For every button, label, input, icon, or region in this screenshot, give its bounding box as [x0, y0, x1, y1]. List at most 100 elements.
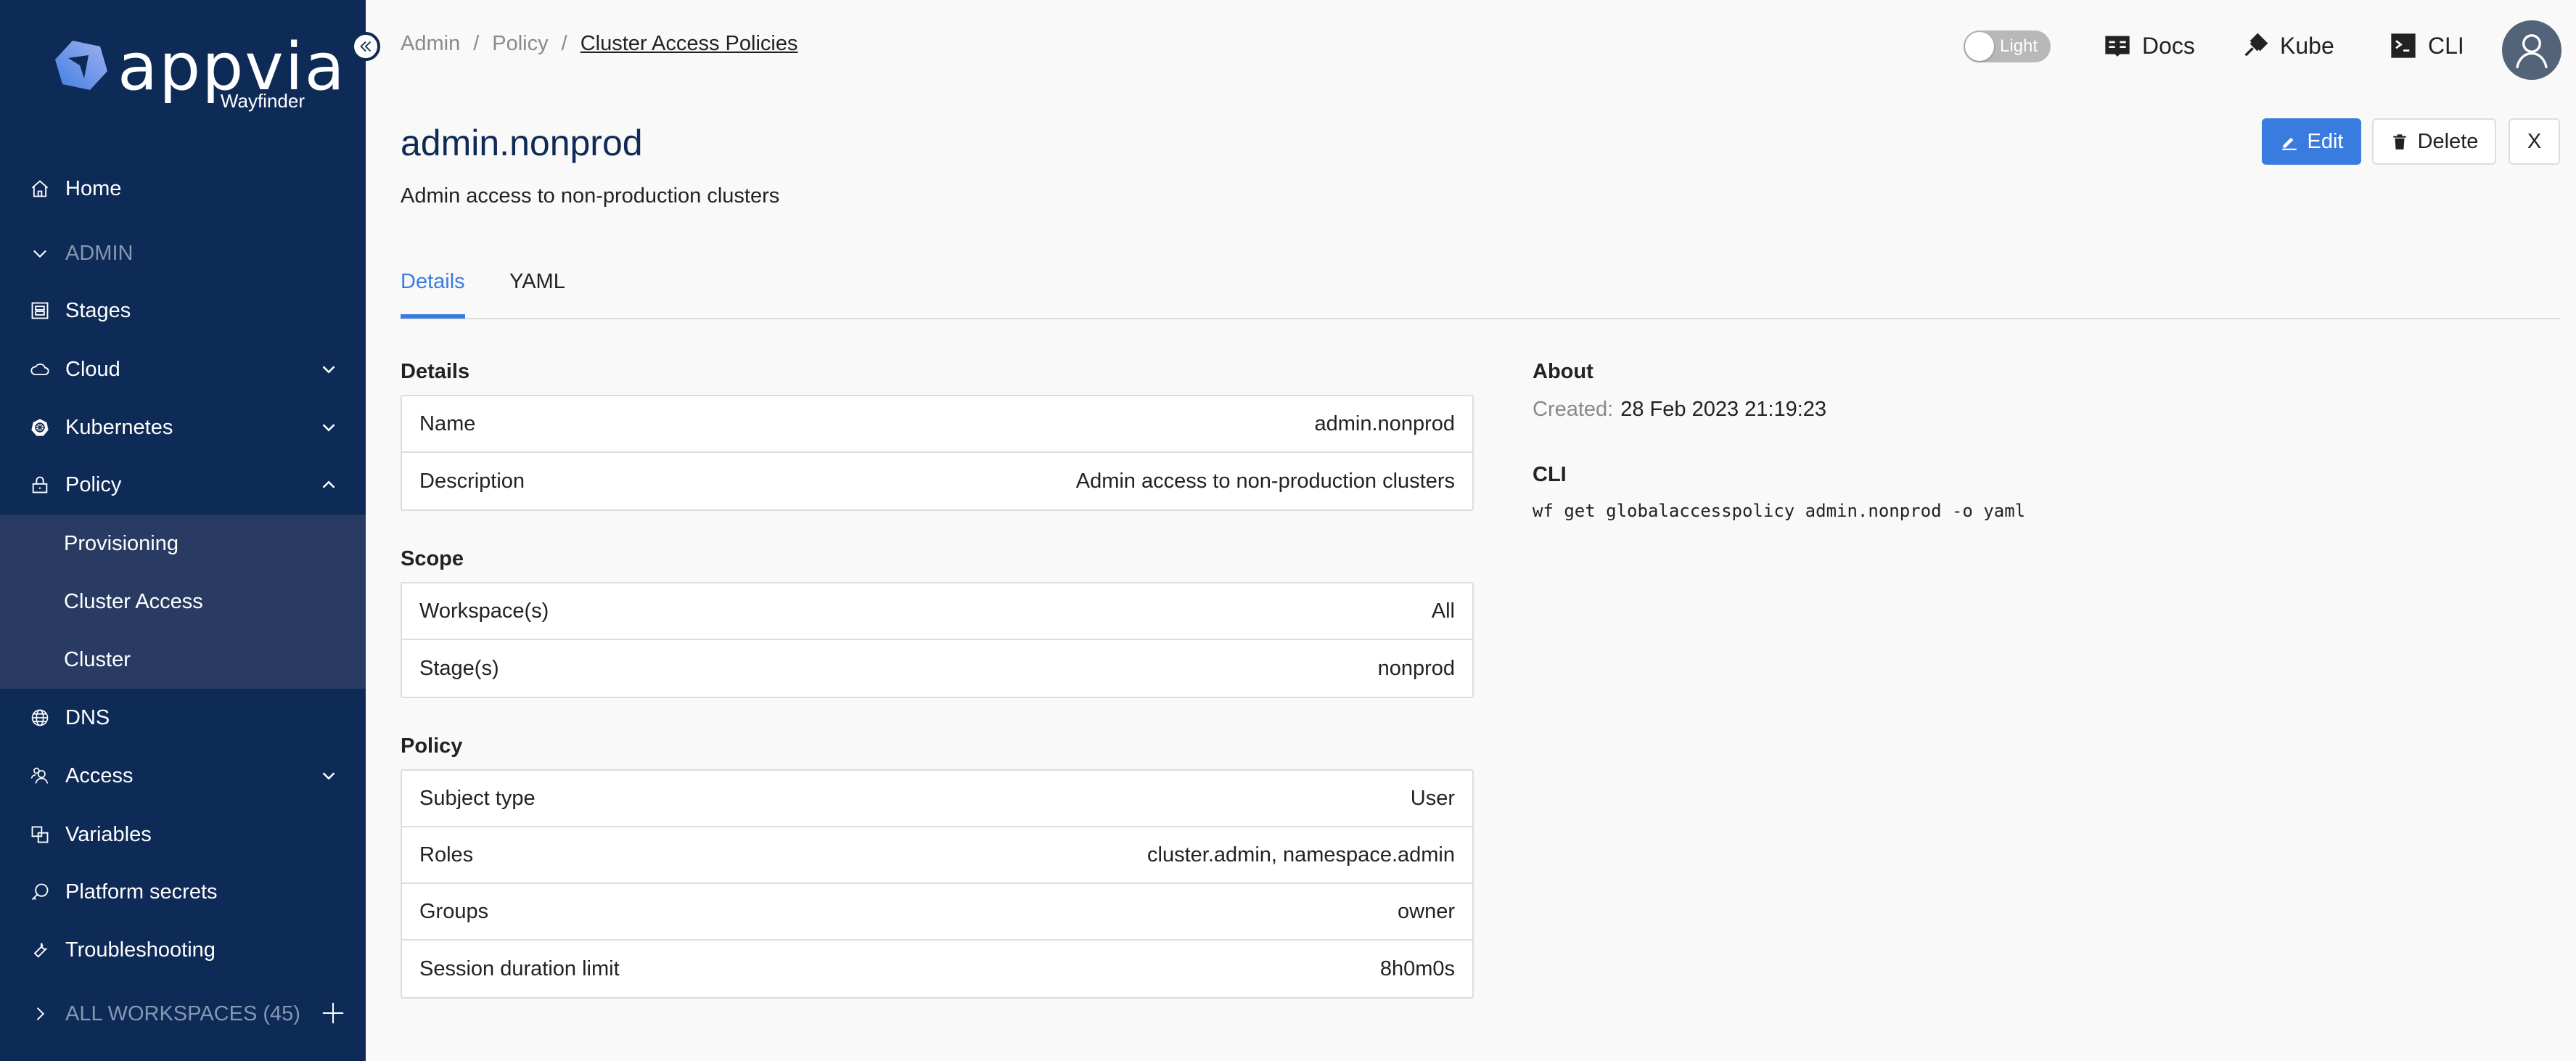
pencil-icon — [2281, 137, 2297, 150]
page-title: admin.nonprod — [401, 123, 643, 163]
table-row: Stage(s) nonprod — [402, 640, 1472, 697]
globe-icon — [29, 707, 51, 729]
add-workspace-icon[interactable] — [321, 1001, 345, 1025]
sidebar: appvia Wayfinder Home ADMIN Stages Cloud… — [0, 0, 366, 1061]
delete-button[interactable]: Delete — [2372, 118, 2496, 165]
row-value: nonprod — [1377, 656, 1455, 680]
docs-link[interactable]: Docs — [2103, 29, 2195, 62]
sidebar-item-dns[interactable]: DNS — [0, 689, 366, 747]
key-icon — [29, 881, 51, 903]
sidebar-item-access[interactable]: Access — [0, 747, 366, 805]
sidebar-subitem-provisioning[interactable]: Provisioning — [0, 515, 366, 573]
row-value: owner — [1398, 899, 1455, 923]
wrench-icon — [29, 939, 51, 961]
created-info: Created: 28 Feb 2023 21:19:23 — [1533, 398, 1826, 422]
policy-submenu: Provisioning Cluster Access Cluster — [0, 515, 366, 689]
chevron-down-icon — [29, 242, 51, 264]
trash-icon — [2392, 134, 2406, 149]
row-value: Admin access to non-production clusters — [1075, 469, 1455, 493]
sidebar-item-label: Variables — [65, 822, 152, 846]
chevron-up-icon — [322, 480, 335, 488]
chevron-right-icon — [29, 1003, 51, 1025]
row-key: Session duration limit — [419, 956, 620, 980]
theme-toggle-label: Light — [2000, 36, 2038, 56]
about-heading: About — [1533, 360, 1593, 383]
chevron-down-icon — [322, 366, 335, 374]
page-subtitle: Admin access to non-production clusters — [401, 184, 780, 208]
scope-table: Workspace(s) All Stage(s) nonprod — [401, 582, 1474, 698]
sidebar-item-policy[interactable]: Policy — [0, 456, 366, 514]
edit-button[interactable]: Edit — [2262, 118, 2361, 165]
sidebar-item-label: Platform secrets — [65, 880, 218, 904]
product-name: Wayfinder — [220, 90, 305, 112]
sidebar-item-label: Access — [65, 763, 134, 787]
sidebar-section-admin[interactable]: ADMIN — [0, 224, 366, 282]
cli-command[interactable]: wf get globalaccesspolicy admin.nonprod … — [1533, 501, 2025, 521]
appvia-logo-icon — [55, 41, 107, 90]
table-row: Workspace(s) All — [402, 583, 1472, 640]
stages-icon — [29, 300, 51, 321]
details-table: Name admin.nonprod Description Admin acces… — [401, 395, 1474, 511]
breadcrumb: Admin / Policy / Cluster Access Policies — [401, 32, 797, 56]
sidebar-item-label: Home — [65, 176, 122, 200]
row-value: 8h0m0s — [1379, 956, 1455, 980]
policy-table: Subject type User Roles cluster.admin, nam… — [401, 769, 1474, 999]
theme-toggle[interactable]: Light — [1964, 30, 2051, 62]
cli-label: CLI — [2428, 32, 2464, 59]
tab-details[interactable]: Details — [401, 270, 465, 319]
sidebar-item-troubleshooting[interactable]: Troubleshooting — [0, 921, 366, 979]
kube-link[interactable]: Kube — [2241, 29, 2334, 62]
created-label: Created: — [1533, 398, 1614, 421]
chevrons-left-icon — [360, 41, 372, 52]
scope-heading: Scope — [401, 547, 464, 570]
sidebar-item-kubernetes[interactable]: Kubernetes — [0, 398, 366, 456]
cloud-icon — [29, 359, 51, 380]
terminal-icon — [2391, 33, 2416, 58]
breadcrumb-current[interactable]: Cluster Access Policies — [581, 32, 798, 56]
lock-icon — [29, 474, 51, 496]
row-key: Subject type — [419, 786, 536, 810]
logo[interactable]: appvia Wayfinder — [55, 29, 345, 115]
close-button[interactable]: X — [2509, 118, 2560, 165]
sidebar-item-variables[interactable]: Variables — [0, 806, 366, 864]
table-row: Subject type User — [402, 771, 1472, 827]
users-icon — [29, 765, 51, 787]
sidebar-subitem-cluster-access[interactable]: Cluster Access — [0, 573, 366, 631]
all-workspaces-label: ALL WORKSPACES (45) — [65, 1001, 300, 1025]
breadcrumb-separator: / — [561, 32, 567, 55]
row-value: All — [1431, 599, 1455, 623]
chevron-down-icon — [322, 772, 335, 780]
breadcrumb-admin[interactable]: Admin — [401, 32, 460, 56]
sidebar-item-label: Policy — [65, 472, 122, 496]
sidebar-item-label: Kubernetes — [65, 415, 173, 439]
delete-label: Delete — [2417, 129, 2479, 153]
sidebar-all-workspaces[interactable]: ALL WORKSPACES (45) — [0, 985, 366, 1043]
row-value: admin.nonprod — [1314, 411, 1455, 435]
table-row: Roles cluster.admin, namespace.admin — [402, 827, 1472, 884]
sidebar-item-platform-secrets[interactable]: Platform secrets — [0, 863, 366, 921]
cli-heading: CLI — [1533, 463, 1567, 486]
docs-label: Docs — [2142, 32, 2195, 59]
edit-label: Edit — [2307, 129, 2344, 153]
breadcrumb-policy[interactable]: Policy — [492, 32, 548, 56]
sidebar-item-label: DNS — [65, 705, 110, 729]
sidebar-item-label: Troubleshooting — [65, 938, 216, 962]
sidebar-item-stages[interactable]: Stages — [0, 282, 366, 340]
kube-label: Kube — [2280, 32, 2334, 59]
breadcrumb-separator: / — [473, 32, 480, 55]
sidebar-subitem-cluster[interactable]: Cluster — [0, 631, 366, 689]
user-avatar[interactable] — [2502, 20, 2561, 80]
row-key: Name — [419, 411, 476, 435]
row-key: Roles — [419, 843, 474, 867]
close-icon: X — [2527, 129, 2542, 153]
policy-heading: Policy — [401, 734, 463, 758]
created-value: 28 Feb 2023 21:19:23 — [1620, 398, 1827, 421]
tab-yaml[interactable]: YAML — [509, 270, 565, 314]
cli-link[interactable]: CLI — [2389, 29, 2464, 62]
user-icon — [2516, 34, 2548, 69]
collapse-sidebar-button[interactable] — [351, 32, 380, 61]
sidebar-item-home[interactable]: Home — [0, 160, 366, 218]
row-value: User — [1410, 786, 1455, 810]
row-key: Groups — [419, 899, 489, 923]
sidebar-item-cloud[interactable]: Cloud — [0, 340, 366, 398]
